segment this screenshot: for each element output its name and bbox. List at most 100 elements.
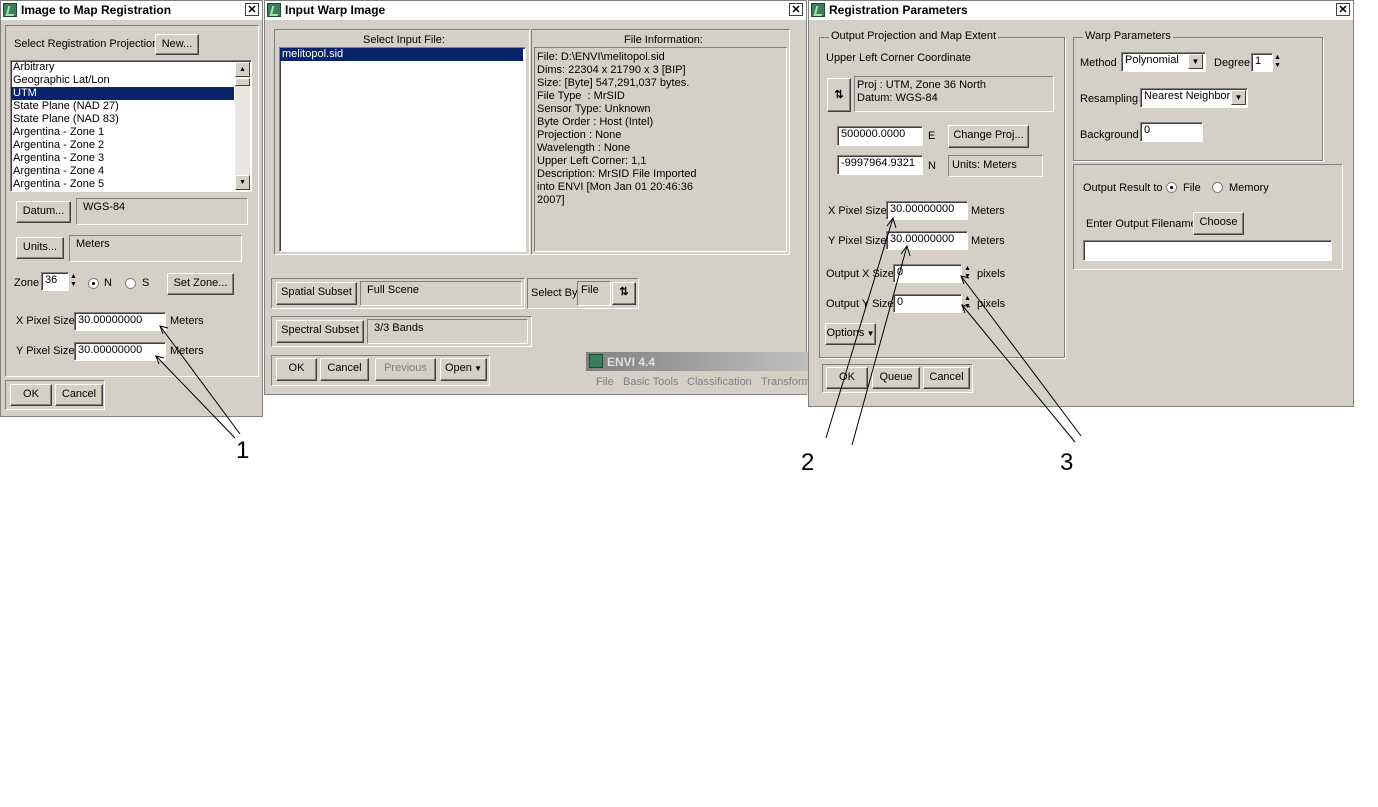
- scroll-up-icon[interactable]: ▲: [235, 62, 250, 77]
- title-bar[interactable]: Input Warp Image ✕: [265, 1, 806, 20]
- menu-basic-tools[interactable]: Basic Tools: [623, 376, 678, 388]
- window-title: Registration Parameters: [829, 3, 968, 17]
- cancel-button[interactable]: Cancel: [320, 358, 369, 381]
- output-filename-input[interactable]: [1083, 240, 1332, 261]
- options-button[interactable]: Options ▼: [825, 323, 876, 345]
- x-pixel-size-input[interactable]: 30.00000000: [74, 312, 166, 331]
- list-item[interactable]: Arbitrary: [11, 61, 251, 74]
- cancel-button[interactable]: Cancel: [923, 367, 970, 389]
- scroll-down-icon[interactable]: ▼: [235, 175, 250, 190]
- menu-transform[interactable]: Transform: [761, 376, 811, 388]
- envi-app-icon: [3, 3, 17, 17]
- output-x-size-input[interactable]: 0: [893, 264, 962, 283]
- x-pixel-units: Meters: [170, 315, 204, 327]
- northing-label: N: [928, 160, 936, 172]
- projection-info: Proj : UTM, Zone 36 North Datum: WGS-84: [854, 76, 1054, 112]
- options-button-label: Options: [826, 327, 865, 339]
- ok-button[interactable]: OK: [10, 384, 52, 406]
- projection-list-scrollbar[interactable]: ▲ ▼: [235, 62, 250, 190]
- south-radio[interactable]: [125, 278, 136, 289]
- close-icon[interactable]: ✕: [1336, 3, 1350, 16]
- y-pixel-size-input[interactable]: 30.00000000: [74, 342, 166, 361]
- ok-button[interactable]: OK: [826, 367, 868, 389]
- close-icon[interactable]: ✕: [245, 3, 259, 16]
- list-item[interactable]: Argentina - Zone 2: [11, 139, 251, 152]
- list-item[interactable]: Argentina - Zone 1: [11, 126, 251, 139]
- north-label: N: [104, 277, 112, 289]
- output-y-size-label: Output Y Size: [826, 298, 894, 310]
- spectral-subset-button[interactable]: Spectral Subset: [276, 320, 364, 343]
- title-bar[interactable]: Image to Map Registration ✕: [1, 1, 262, 20]
- proj-line: Proj : UTM, Zone 36 North: [857, 79, 986, 91]
- input-file-list[interactable]: melitopol.sid: [279, 47, 526, 252]
- ok-button[interactable]: OK: [276, 358, 317, 381]
- background-input[interactable]: 0: [1140, 122, 1203, 142]
- file-info-label: File Information:: [624, 34, 703, 46]
- open-button[interactable]: Open ▼: [440, 358, 487, 381]
- queue-button[interactable]: Queue: [872, 367, 920, 389]
- northing-input[interactable]: -9997964.9321: [837, 155, 923, 175]
- spatial-subset-button[interactable]: Spatial Subset: [276, 282, 357, 305]
- y-pixel-size-input[interactable]: 30.00000000: [886, 231, 968, 250]
- toggle-sort-icon[interactable]: ⇅: [612, 282, 636, 305]
- menu-file[interactable]: File: [596, 376, 614, 388]
- select-projection-label: Select Registration Projection: [14, 38, 159, 50]
- choose-button[interactable]: Choose: [1193, 212, 1244, 235]
- easting-input[interactable]: 500000.0000: [837, 126, 923, 146]
- output-file-label: File: [1183, 182, 1201, 194]
- output-file-radio[interactable]: [1166, 182, 1177, 193]
- x-pixel-units: Meters: [971, 205, 1005, 217]
- output-y-size-input[interactable]: 0: [893, 294, 962, 313]
- north-radio[interactable]: [88, 278, 99, 289]
- file-info-text: File: D:\ENVI\melitopol.sid Dims: 22304 …: [537, 51, 697, 206]
- output-memory-label: Memory: [1229, 182, 1269, 194]
- envi-title-bar[interactable]: ENVI 4.4: [586, 352, 808, 371]
- envi-app-icon: [811, 3, 825, 17]
- select-input-file-label: Select Input File:: [363, 34, 445, 46]
- units-value: Meters: [69, 235, 242, 262]
- y-pixel-size-label: Y Pixel Size: [16, 345, 75, 357]
- output-y-spinner-icon[interactable]: ▲ ▼: [962, 295, 973, 313]
- zone-spinner-icon[interactable]: ▲ ▼: [68, 273, 79, 291]
- easting-label: E: [928, 130, 936, 142]
- spectral-subset-value: 3/3 Bands: [367, 319, 528, 344]
- list-item[interactable]: State Plane (NAD 27): [11, 100, 251, 113]
- list-item[interactable]: Geographic Lat/Lon: [11, 74, 251, 87]
- title-bar[interactable]: Registration Parameters ✕: [809, 1, 1353, 20]
- toggle-coord-icon[interactable]: ⇅: [827, 78, 851, 112]
- resampling-value: Nearest Neighbor: [1144, 90, 1231, 102]
- previous-button[interactable]: Previous: [375, 358, 436, 381]
- change-proj-button[interactable]: Change Proj...: [948, 125, 1029, 148]
- new-button[interactable]: New...: [155, 34, 199, 55]
- resampling-dropdown-icon[interactable]: ▼: [1231, 90, 1246, 105]
- y-pixel-units: Meters: [971, 235, 1005, 247]
- window-title: Image to Map Registration: [21, 3, 172, 17]
- output-x-spinner-icon[interactable]: ▲ ▼: [962, 265, 973, 283]
- list-item[interactable]: State Plane (NAD 83): [11, 113, 251, 126]
- method-dropdown-icon[interactable]: ▼: [1188, 54, 1203, 69]
- close-icon[interactable]: ✕: [789, 3, 803, 16]
- zone-label: Zone: [14, 277, 40, 289]
- list-item[interactable]: Argentina - Zone 5: [11, 178, 251, 191]
- datum-button[interactable]: Datum...: [16, 201, 71, 223]
- units-button[interactable]: Units...: [16, 237, 64, 259]
- list-item[interactable]: Argentina - Zone 4: [11, 165, 251, 178]
- projection-list[interactable]: Arbitrary Geographic Lat/Lon UTM State Plan…: [10, 60, 252, 192]
- scroll-thumb[interactable]: [235, 78, 250, 86]
- output-x-units: pixels: [977, 268, 1006, 280]
- select-by-value: File: [577, 281, 611, 306]
- x-pixel-size-input[interactable]: 30.00000000: [886, 201, 968, 220]
- south-label: S: [142, 277, 150, 289]
- set-zone-button[interactable]: Set Zone...: [167, 273, 234, 295]
- menu-classification[interactable]: Classification: [687, 376, 752, 388]
- degree-spinner-icon[interactable]: ▲ ▼: [1272, 54, 1283, 72]
- zone-input[interactable]: 36: [41, 272, 69, 291]
- list-item[interactable]: melitopol.sid: [280, 48, 523, 61]
- output-memory-radio[interactable]: [1212, 182, 1223, 193]
- list-item[interactable]: Argentina - Zone 3: [11, 152, 251, 165]
- envi-menubar: File Basic Tools Classification Transfor…: [586, 373, 811, 393]
- degree-input[interactable]: 1: [1251, 53, 1273, 72]
- list-item[interactable]: UTM: [11, 87, 234, 100]
- cancel-button[interactable]: Cancel: [55, 384, 103, 406]
- enter-output-filename-label: Enter Output Filename: [1086, 218, 1197, 230]
